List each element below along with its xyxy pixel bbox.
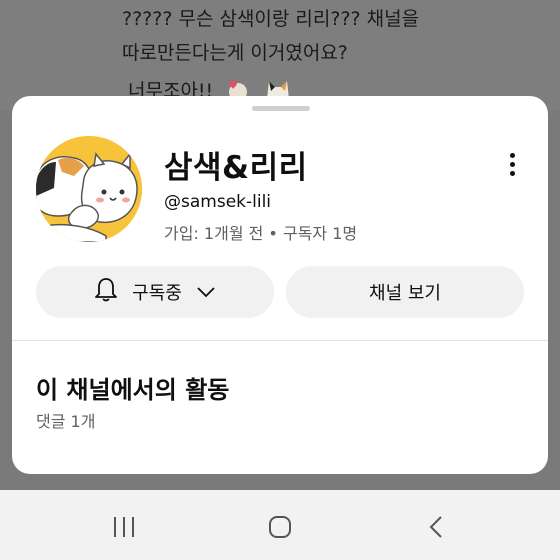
channel-bottom-sheet: 삼색&리리 @samsek-lili 가입: 1개월 전 • 구독자 1명 구독… bbox=[12, 96, 548, 474]
home-icon[interactable] bbox=[268, 515, 292, 543]
subscribed-label: 구독중 bbox=[132, 283, 182, 304]
more-vert-icon-dot bbox=[509, 161, 515, 167]
bell-icon bbox=[94, 277, 118, 308]
comment-line-1: ????? 무슨 삼색이랑 리리??? 채널을 bbox=[122, 8, 420, 30]
comment-line-2: 따로만든다는게 이거였어요? bbox=[122, 42, 348, 64]
channel-avatar[interactable] bbox=[36, 136, 142, 242]
activity-comment-count[interactable]: 댓글 1개 bbox=[36, 408, 95, 432]
subscribed-button[interactable]: 구독중 bbox=[36, 266, 274, 318]
more-vert-icon-dot bbox=[509, 170, 515, 176]
channel-handle: @samsek-lili bbox=[164, 192, 272, 212]
channel-name: 삼색&리리 bbox=[164, 150, 308, 186]
system-nav-bar bbox=[0, 490, 560, 560]
chevron-down-icon bbox=[196, 282, 216, 303]
background-comment: ????? 무슨 삼색이랑 리리??? 채널을 따로만든다는게 이거였어요? 너… bbox=[0, 0, 560, 110]
section-divider bbox=[12, 340, 548, 341]
view-channel-label: 채널 보기 bbox=[369, 283, 441, 304]
view-channel-button[interactable]: 채널 보기 bbox=[286, 266, 524, 318]
channel-meta: 가입: 1개월 전 • 구독자 1명 bbox=[164, 224, 358, 243]
more-options-button[interactable] bbox=[498, 144, 526, 184]
activity-title: 이 채널에서의 활동 bbox=[36, 376, 230, 404]
back-icon[interactable] bbox=[428, 516, 444, 542]
recents-icon[interactable] bbox=[112, 516, 136, 542]
sheet-drag-handle[interactable] bbox=[252, 106, 310, 111]
more-vert-icon bbox=[509, 152, 515, 158]
